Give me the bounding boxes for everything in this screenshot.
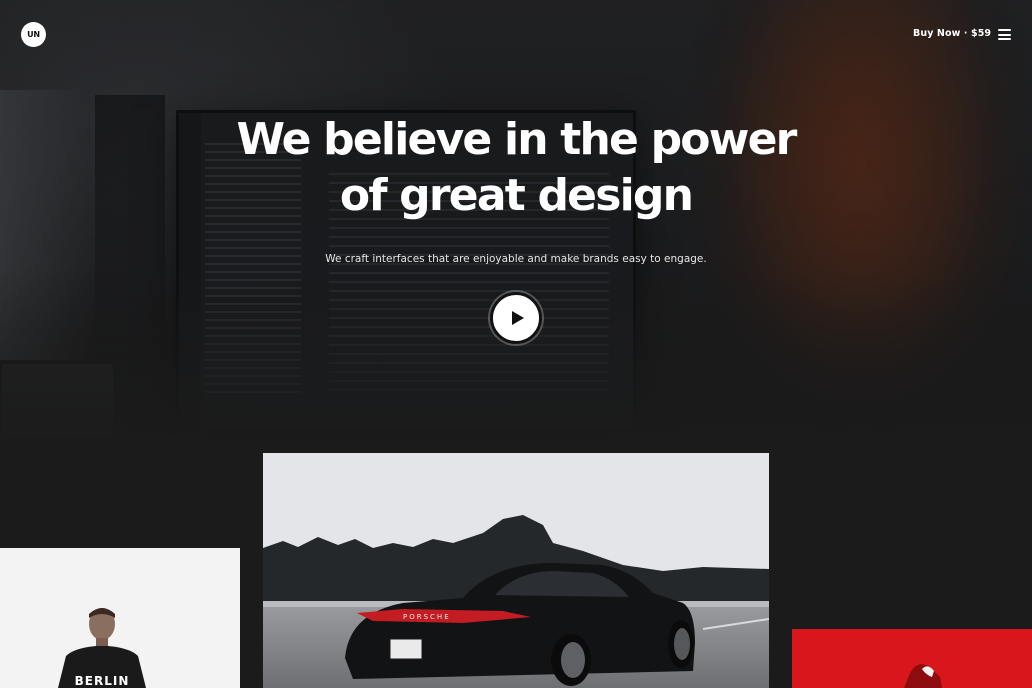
buy-now-link[interactable]: Buy Now · $59 (913, 28, 991, 39)
hero-headline: We believe in the power of great design (236, 114, 797, 221)
logo-text: UN (27, 30, 40, 39)
person-photo: BERLIN (0, 548, 240, 688)
menu-icon[interactable] (998, 29, 1011, 40)
car-photo: PORSCHE (263, 453, 769, 688)
logo[interactable]: UN (21, 22, 46, 47)
portfolio-card-red[interactable] (792, 629, 1032, 688)
sneaker-photo (792, 629, 1032, 688)
portfolio-card-person[interactable]: BERLIN (0, 548, 240, 688)
shirt-print: BERLIN (75, 674, 130, 688)
hero-subheadline: We craft interfaces that are enjoyable a… (325, 253, 707, 265)
play-icon (511, 311, 524, 325)
play-video-button[interactable] (490, 292, 542, 344)
car-brand-text: PORSCHE (403, 613, 451, 621)
portfolio-card-car[interactable]: PORSCHE (263, 453, 769, 688)
